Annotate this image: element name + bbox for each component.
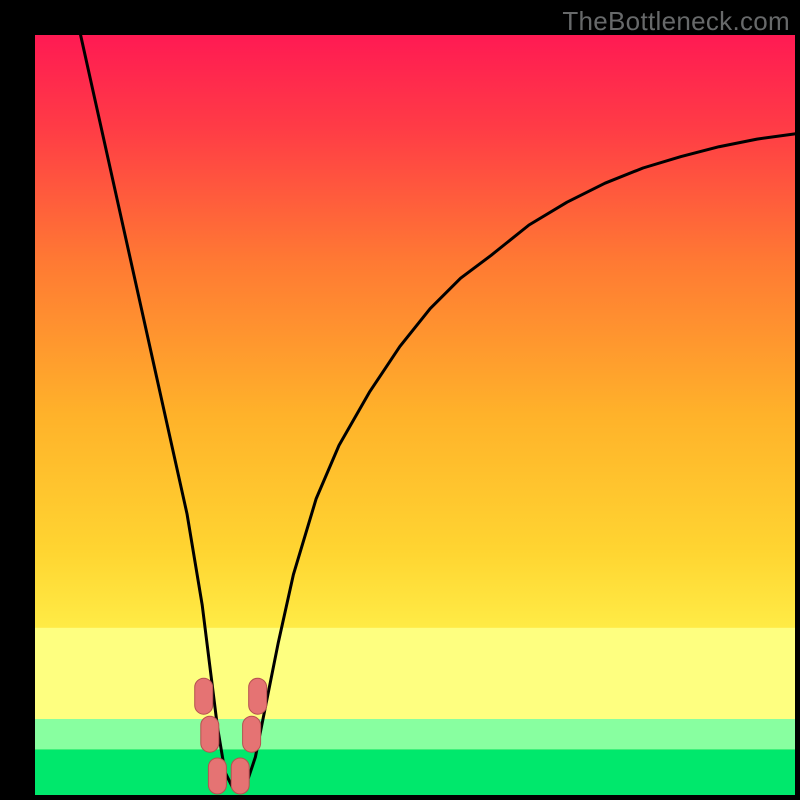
bottom-bands	[35, 628, 795, 795]
curve-marker	[201, 716, 219, 752]
curve-marker	[195, 678, 213, 714]
plot-area	[35, 35, 795, 795]
watermark-text: TheBottleneck.com	[562, 6, 790, 37]
curve-marker	[249, 678, 267, 714]
curve-marker	[243, 716, 261, 752]
curve-marker	[208, 758, 226, 794]
chart-svg	[35, 35, 795, 795]
curve-marker	[231, 758, 249, 794]
chart-frame: TheBottleneck.com	[0, 0, 800, 800]
